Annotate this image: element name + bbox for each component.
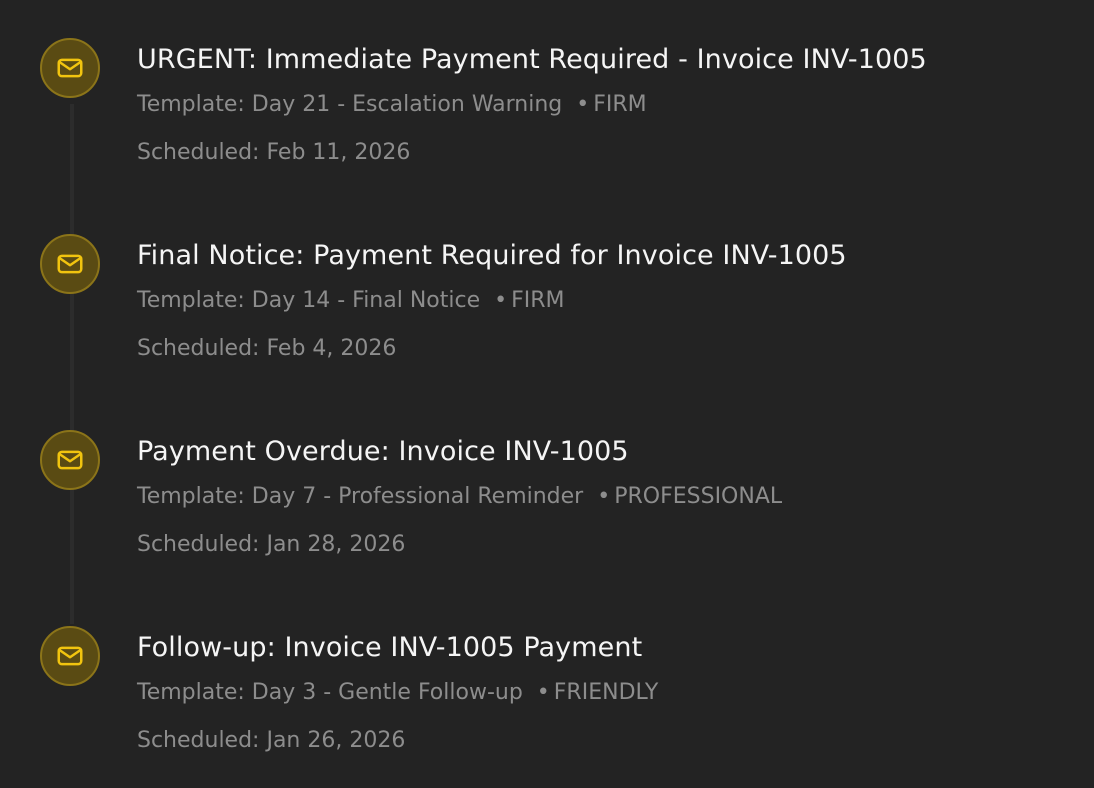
mail-icon — [40, 38, 100, 98]
tone-badge: • FIRM — [494, 288, 565, 313]
timeline-item[interactable]: Payment Overdue: Invoice INV-1005 Templa… — [0, 392, 1094, 588]
reminder-template: Template: Day 14 - Final Notice • FIRM — [137, 288, 565, 313]
reminder-template: Template: Day 3 - Gentle Follow-up • FRIEN… — [137, 680, 658, 705]
scheduled-date: Scheduled: Jan 26, 2026 — [137, 728, 406, 753]
reminder-template: Template: Day 21 - Escalation Warning • FI… — [137, 92, 647, 117]
template-label: Template: Day 21 - Escalation Warning — [137, 92, 563, 117]
template-label: Template: Day 7 - Professional Reminder — [137, 484, 584, 509]
reminder-title: Payment Overdue: Invoice INV-1005 — [137, 436, 629, 467]
scheduled-date: Scheduled: Feb 11, 2026 — [137, 140, 411, 165]
scheduled-date: Scheduled: Jan 28, 2026 — [137, 532, 406, 557]
mail-icon — [40, 430, 100, 490]
mail-icon — [40, 234, 100, 294]
tone-label: FIRM — [511, 288, 565, 313]
tone-label: FIRM — [593, 92, 647, 117]
reminder-title: Final Notice: Payment Required for Invoi… — [137, 240, 847, 271]
scheduled-date: Scheduled: Feb 4, 2026 — [137, 336, 397, 361]
mail-icon — [40, 626, 100, 686]
reminder-template: Template: Day 7 - Professional Reminder •… — [137, 484, 782, 509]
template-label: Template: Day 3 - Gentle Follow-up — [137, 680, 523, 705]
tone-badge: • PROFESSIONAL — [597, 484, 783, 509]
tone-badge: • FRIENDLY — [536, 680, 659, 705]
timeline-item[interactable]: Follow-up: Invoice INV-1005 Payment Temp… — [0, 588, 1094, 784]
reminder-timeline: URGENT: Immediate Payment Required - Inv… — [0, 0, 1094, 788]
tone-label: PROFESSIONAL — [614, 484, 783, 509]
reminder-title: URGENT: Immediate Payment Required - Inv… — [137, 44, 927, 75]
tone-label: FRIENDLY — [553, 680, 659, 705]
template-label: Template: Day 14 - Final Notice — [137, 288, 481, 313]
tone-badge: • FIRM — [576, 92, 647, 117]
reminder-title: Follow-up: Invoice INV-1005 Payment — [137, 632, 643, 663]
timeline-item[interactable]: Final Notice: Payment Required for Invoi… — [0, 196, 1094, 392]
timeline-item[interactable]: URGENT: Immediate Payment Required - Inv… — [0, 0, 1094, 196]
